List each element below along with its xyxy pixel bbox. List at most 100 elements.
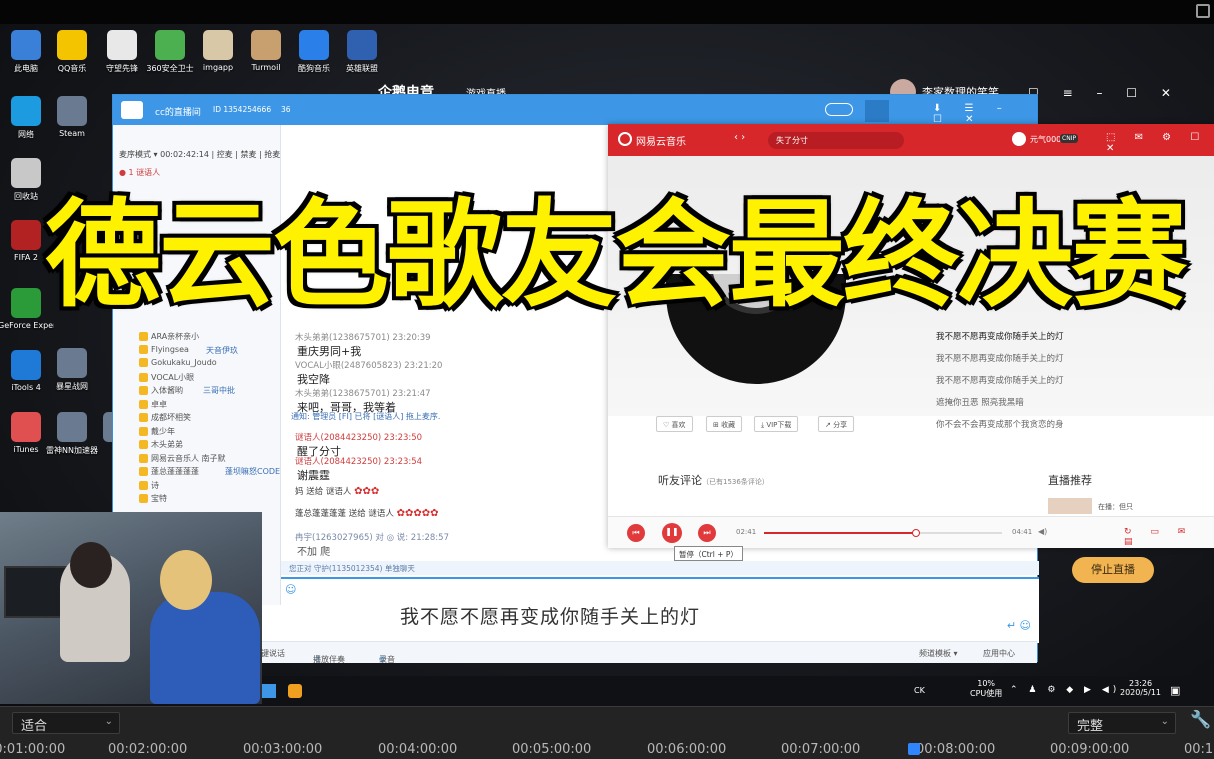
- timecode: 00:07:00:00: [781, 742, 861, 757]
- desktop-icon[interactable]: 英雄联盟: [334, 30, 390, 74]
- live-window-controls[interactable]: ☐ ≡ – ☐ ✕: [1028, 86, 1181, 100]
- clock-date: 2020/5/11: [1120, 688, 1162, 697]
- home-tab-icon[interactable]: [865, 100, 889, 122]
- app-icon: [347, 30, 377, 60]
- timecode: 00:05:00:00: [512, 742, 592, 757]
- clock[interactable]: 23:26 2020/5/11: [1120, 679, 1161, 697]
- desktop-icon[interactable]: QQ音乐: [44, 30, 100, 74]
- timecode: 00:09:00:00: [1050, 742, 1130, 757]
- action-button[interactable]: ♡ 喜欢: [656, 416, 693, 432]
- user-list-item[interactable]: 蓬总蓬蓬蓬蓬: [139, 466, 199, 477]
- app-icon: [11, 30, 41, 60]
- video-title-overlay: 德云色歌友会最终决赛: [43, 186, 1190, 326]
- netease-toolbar-icons[interactable]: ⬚ ✉ ⚙ ☐ ✕: [1106, 132, 1214, 154]
- user-list-item[interactable]: 入体酱哟: [139, 385, 183, 396]
- user-list-item[interactable]: 戴少年: [139, 426, 175, 437]
- user-list-item[interactable]: 成都坏相笑: [139, 412, 191, 423]
- user-name: 网易云音乐人 南子默: [151, 453, 226, 463]
- action-icon: ⊞: [713, 421, 722, 429]
- search-input[interactable]: 失了分寸: [768, 132, 904, 149]
- action-button[interactable]: ⊞ 收藏: [706, 416, 743, 432]
- volume-icon[interactable]: ◀): [1038, 527, 1047, 536]
- chat-sender: VOCAL小眼(2487605823) 23:21:20: [295, 361, 443, 371]
- user-name: Gokukaku_Joudo: [151, 358, 217, 367]
- desktop-icon-label: 英雄联盟: [346, 64, 378, 73]
- quality-value: 完整: [1077, 719, 1104, 734]
- chat-sender: 谜语人(2084423250) 23:23:54: [295, 457, 423, 467]
- user-list-item[interactable]: 网易云音乐人 南子默: [139, 453, 226, 464]
- home-icon[interactable]: [121, 101, 143, 119]
- action-label: 分享: [833, 421, 848, 429]
- taskbar-app-icon[interactable]: [288, 684, 302, 698]
- crown-icon: [139, 480, 148, 490]
- user-list-item[interactable]: 宝特: [139, 493, 167, 504]
- ime-icon[interactable]: CK: [914, 686, 925, 695]
- rose-icon: ✿✿✿✿✿: [396, 508, 439, 519]
- fit-dropdown[interactable]: 适合 ⌄: [12, 712, 120, 734]
- stop-live-button[interactable]: 停止直播: [1072, 557, 1154, 583]
- recommend-item[interactable]: 在播：但只: [1098, 502, 1133, 512]
- crown-icon: [139, 386, 148, 395]
- user-list-item[interactable]: 诗: [139, 480, 159, 491]
- desktop-icon[interactable]: Steam: [44, 96, 100, 138]
- lyric-line: 我不愿不愿再变成你随手关上的灯: [936, 354, 1064, 364]
- progress-bar[interactable]: [764, 529, 1002, 537]
- gift-text: 蓬总蓬蓬蓬蓬 送给 谜语人: [295, 509, 394, 519]
- comments-title: 听友评论（已有1536条评论）: [658, 472, 769, 488]
- user-name: Flyingsea: [151, 344, 189, 354]
- lyric-subtitle: 我不愿不愿再变成你随手关上的灯: [400, 606, 701, 628]
- app-icon: [57, 348, 87, 378]
- app-icon: [299, 30, 329, 60]
- user-list-item[interactable]: VOCAL小眼: [139, 372, 194, 383]
- cc-window-controls[interactable]: ⬇ ☰ – ☐ ✕: [933, 103, 1037, 125]
- crown-icon: [139, 494, 148, 503]
- desktop-icon-label: QQ音乐: [57, 64, 87, 73]
- video-editor-bar: 适合 ⌄ 完整 ⌄ 00:01:00:00 00:02:00:00 00:03:00:0…: [0, 706, 1214, 759]
- cc-room-title: cc的直播间: [155, 108, 201, 118]
- wrench-icon[interactable]: 🔧: [1190, 710, 1211, 730]
- recommend-thumbnail[interactable]: [1048, 498, 1092, 514]
- player-extra-icons[interactable]: ↻ ▭ ✉ ▤: [1124, 527, 1214, 547]
- previous-icon[interactable]: ⏮: [627, 524, 645, 542]
- back-forward-icon[interactable]: ‹ ›: [734, 132, 745, 143]
- chevron-down-icon: ⌄: [104, 716, 113, 727]
- toggle-switch[interactable]: [825, 103, 853, 116]
- cc-mic-mode[interactable]: 麦序模式 ▾ 00:02:42:14 | 控麦 | 禁麦 | 抢麦: [119, 149, 280, 160]
- user-list-item[interactable]: 卓卓: [139, 399, 167, 410]
- avatar[interactable]: [1012, 132, 1026, 146]
- action-icon: ♡: [663, 421, 672, 429]
- app-icon: [57, 96, 87, 126]
- taskbar-app-icon[interactable]: [262, 684, 276, 698]
- crown-icon: [139, 372, 148, 382]
- app-icon: [11, 412, 41, 442]
- channel-template[interactable]: 频道模板 ▾: [919, 648, 958, 659]
- push-to-talk[interactable]: 键说话: [261, 648, 285, 659]
- crown-icon: [139, 399, 148, 409]
- private-chat-notice: 您正对 守护(1135012354) 单独聊天: [281, 561, 1039, 575]
- user-list-item[interactable]: Gokukaku_Joudo: [139, 358, 217, 367]
- playhead[interactable]: [908, 743, 920, 755]
- pause-icon[interactable]: ❚❚: [662, 523, 682, 543]
- tray-icons[interactable]: ⌃ ♟ ⚙ ◆ ▶ ◀): [1010, 685, 1120, 695]
- user-name: 卓卓: [151, 399, 167, 409]
- chat-sender: 木头弟弟(1238675701) 23:21:47: [295, 389, 431, 399]
- clock-time: 23:26: [1128, 679, 1153, 688]
- user-list-item[interactable]: 木头弟弟: [139, 439, 183, 450]
- total-time: 04:41: [1012, 528, 1033, 536]
- notification-icon[interactable]: ▣: [1170, 684, 1180, 697]
- send-icon[interactable]: ↵ ☺: [1007, 619, 1031, 632]
- action-button[interactable]: ↗ 分享: [818, 416, 855, 432]
- window-close-icon[interactable]: [1196, 4, 1210, 18]
- next-icon[interactable]: ⏭: [698, 524, 716, 542]
- action-button[interactable]: ⤓ VIP下载: [754, 416, 799, 432]
- emoji-icon[interactable]: ☺: [285, 583, 296, 596]
- chat-message: 不加 爬: [297, 547, 331, 558]
- user-list-item[interactable]: Flyingsea: [139, 344, 189, 354]
- action-label: VIP下载: [766, 421, 792, 429]
- quality-dropdown[interactable]: 完整 ⌄: [1068, 712, 1176, 734]
- timecode: 00:1: [1184, 742, 1214, 757]
- desktop-icon[interactable]: 暴星战网: [44, 348, 100, 392]
- progress-knob[interactable]: [912, 529, 921, 537]
- netease-username[interactable]: 元气000: [1030, 134, 1061, 145]
- app-center[interactable]: 应用中心: [983, 648, 1015, 659]
